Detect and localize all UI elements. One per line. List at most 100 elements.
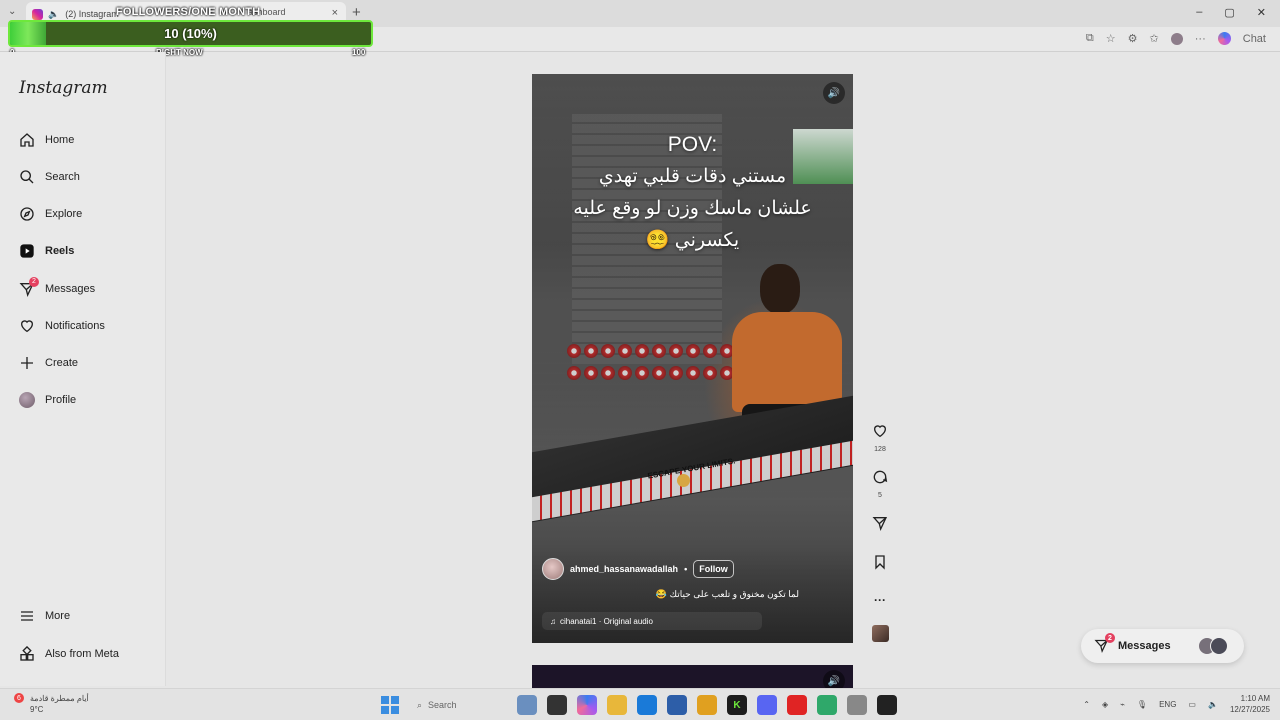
- reel-audio[interactable]: ♫ cihanatai1 · Original audio: [542, 612, 762, 630]
- followers-progress-value: 10 (10%): [164, 26, 217, 41]
- caption-pov: POV:: [667, 133, 718, 156]
- chevron-up-icon[interactable]: ⌃: [1083, 700, 1090, 709]
- volume-icon[interactable]: 🔈: [1208, 700, 1218, 709]
- sidebar-item-also-from-meta[interactable]: Also from Meta: [18, 644, 119, 664]
- sidebar-item-label: Reels: [45, 245, 75, 257]
- sidebar-item-search[interactable]: Search: [18, 167, 80, 187]
- more-menu-icon[interactable]: ···: [1195, 33, 1206, 45]
- settings-app-icon[interactable]: [847, 695, 867, 715]
- instagram-sidebar: Instagram Home Search Explore Reels 2 Me…: [0, 52, 166, 686]
- mute-toggle-button[interactable]: 🔊: [823, 82, 845, 104]
- follow-button[interactable]: Follow: [693, 560, 734, 578]
- window-controls: – ▢ ✕: [1196, 6, 1266, 19]
- task-view-icon[interactable]: [547, 695, 567, 715]
- reel-author: ahmed_hassanawadallah • Follow: [542, 558, 734, 580]
- heart-icon: [18, 318, 35, 335]
- mute-toggle-button[interactable]: 🔊: [823, 670, 845, 690]
- instagram-logo[interactable]: Instagram: [19, 78, 108, 98]
- compass-icon: [18, 206, 35, 223]
- display-icon[interactable]: ▭: [1188, 700, 1196, 709]
- like-button[interactable]: 128: [872, 423, 888, 453]
- favorite-star-icon[interactable]: ☆: [1106, 32, 1116, 45]
- sidebar-item-label: Messages: [45, 283, 96, 295]
- instagram-favicon-icon: [32, 8, 43, 20]
- network-icon[interactable]: ⌁: [1120, 700, 1125, 709]
- chrome-app-icon[interactable]: [697, 695, 717, 715]
- sidebar-item-create[interactable]: Create: [18, 353, 78, 373]
- store-app-icon[interactable]: [667, 695, 687, 715]
- comment-count: 5: [878, 492, 882, 499]
- comment-icon: [872, 469, 888, 490]
- sidebar-item-home[interactable]: Home: [18, 130, 74, 150]
- tab-list-dropdown-icon[interactable]: ⌄: [8, 6, 16, 17]
- meta-grid-icon: [18, 646, 35, 663]
- copilot-chat-label[interactable]: Chat: [1243, 33, 1266, 45]
- discord-app-icon[interactable]: [757, 695, 777, 715]
- menu-icon: [18, 608, 35, 625]
- author-avatar[interactable]: [542, 558, 564, 580]
- new-tab-button[interactable]: +: [352, 4, 361, 21]
- obs-app-icon[interactable]: [877, 695, 897, 715]
- sidebar-item-notifications[interactable]: Notifications: [18, 316, 105, 336]
- language-indicator[interactable]: ENG: [1159, 700, 1176, 709]
- sidebar-item-reels[interactable]: Reels: [18, 241, 74, 261]
- maximize-button[interactable]: ▢: [1224, 6, 1234, 19]
- sidebar-item-more[interactable]: More: [18, 606, 70, 626]
- more-options-button[interactable]: ···: [874, 593, 886, 607]
- ellipsis-icon: ···: [874, 593, 886, 607]
- favorites-icon[interactable]: ✩: [1150, 32, 1159, 45]
- comment-button[interactable]: 5: [872, 469, 888, 499]
- volume-icon: 🔊: [827, 675, 841, 687]
- taskbar-clock[interactable]: 1:10 AM 12/27/2025: [1230, 693, 1270, 715]
- floating-messages-button[interactable]: 2 Messages: [1081, 629, 1244, 663]
- minimize-button[interactable]: –: [1196, 6, 1202, 19]
- extensions-icon[interactable]: ⚙: [1128, 32, 1138, 45]
- reel-video[interactable]: ESCAPE YOUR LIMITS. POV: مستني دقات قلبي…: [532, 74, 853, 643]
- browser-profile-avatar[interactable]: [1170, 32, 1183, 45]
- reel-description[interactable]: لما تكون مخنوق و تلعب على حياتك 😂: [656, 589, 799, 600]
- sidebar-item-label: Home: [45, 134, 75, 146]
- sidebar-item-label: Notifications: [45, 320, 105, 332]
- share-button[interactable]: [872, 515, 888, 536]
- sidebar-item-label: Search: [45, 171, 80, 183]
- sidebar-item-messages[interactable]: 2 Messages: [18, 276, 96, 299]
- author-username[interactable]: ahmed_hassanawadallah: [570, 564, 678, 574]
- tab-close-icon[interactable]: ×: [332, 7, 338, 19]
- author-separator: •: [684, 564, 688, 574]
- audio-thumbnail: [871, 625, 889, 642]
- edge-browser-icon[interactable]: [637, 695, 657, 715]
- speaker-icon[interactable]: 🔈: [48, 9, 59, 20]
- bookmark-icon: [872, 554, 888, 575]
- defender-icon[interactable]: ◈: [1102, 700, 1108, 709]
- send-icon: [872, 515, 888, 536]
- followers-overlay-title: FOLLOWERS/ONE MONTH: [116, 6, 261, 18]
- copilot-app-icon[interactable]: [577, 695, 597, 715]
- sidebar-item-explore[interactable]: Explore: [18, 204, 82, 224]
- android-app-icon[interactable]: [817, 695, 837, 715]
- windows-start-icon[interactable]: [381, 696, 399, 714]
- reels-icon: [18, 243, 35, 260]
- sidebar-item-label: Profile: [45, 394, 77, 406]
- caption-line: علشان ماسك وزن لو وقع عليه: [573, 198, 812, 219]
- weather-widget[interactable]: 6 أيام ممطرة قادمة 9°C: [14, 693, 89, 715]
- toolbar-icons: ⧉ ☆ ⚙ ✩ ··· Chat: [1086, 32, 1266, 45]
- next-reel-video[interactable]: 🔊: [532, 665, 853, 690]
- followers-progress-bar: 10 (10%): [8, 20, 373, 47]
- split-screen-icon[interactable]: ⧉: [1086, 32, 1094, 45]
- taskbar-search[interactable]: ⌕ Search: [409, 694, 507, 716]
- youtube-app-icon[interactable]: [787, 695, 807, 715]
- kick-app-icon[interactable]: K: [727, 695, 747, 715]
- followers-max-label: 100: [352, 48, 366, 57]
- reel-caption-overlay: POV: مستني دقات قلبي تهدي علشان ماسك وزن…: [532, 129, 853, 257]
- messages-pill-label: Messages: [1118, 640, 1171, 652]
- copilot-icon[interactable]: [1217, 32, 1231, 45]
- heart-icon: [872, 423, 888, 444]
- microphone-icon[interactable]: 🎙: [1137, 700, 1147, 709]
- close-window-button[interactable]: ✕: [1257, 6, 1266, 19]
- audio-thumbnail-button[interactable]: [871, 625, 889, 642]
- save-button[interactable]: [872, 554, 888, 575]
- file-explorer-icon[interactable]: [607, 695, 627, 715]
- sidebar-item-profile[interactable]: Profile: [18, 390, 76, 410]
- taskbar-search-label: Search: [428, 700, 457, 710]
- widgets-app-icon[interactable]: [517, 695, 537, 715]
